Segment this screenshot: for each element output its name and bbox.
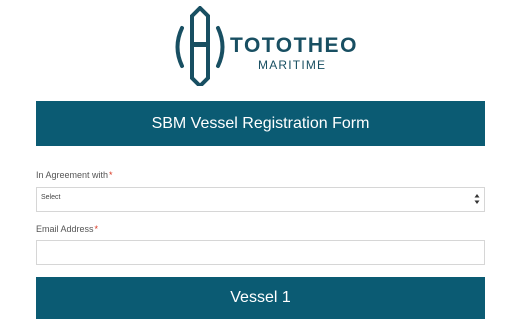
- email-label-text: Email Address: [36, 224, 94, 234]
- form-title-banner: SBM Vessel Registration Form: [36, 101, 485, 146]
- required-asterisk: *: [109, 170, 113, 180]
- tototheo-logo: TOTOTHEO MARITIME: [170, 6, 360, 86]
- vessel-section-title: Vessel 1: [230, 289, 291, 306]
- agreement-select-value: Select: [41, 194, 61, 201]
- agreement-label-text: In Agreement with: [36, 170, 109, 180]
- brand-name: TOTOTHEO: [230, 34, 358, 57]
- select-updown-icon: [474, 194, 480, 204]
- email-label: Email Address*: [36, 224, 98, 234]
- form-title: SBM Vessel Registration Form: [151, 114, 370, 132]
- logo-mark-icon: [175, 6, 225, 86]
- email-field[interactable]: [36, 240, 485, 265]
- registration-page: TOTOTHEO MARITIME SBM Vessel Registratio…: [0, 0, 528, 319]
- brand-subtitle: MARITIME: [258, 58, 327, 72]
- vessel-section-banner: Vessel 1: [36, 277, 485, 319]
- required-asterisk: *: [94, 224, 99, 234]
- agreement-select[interactable]: Select: [36, 187, 485, 212]
- agreement-label: In Agreement with*: [36, 170, 113, 180]
